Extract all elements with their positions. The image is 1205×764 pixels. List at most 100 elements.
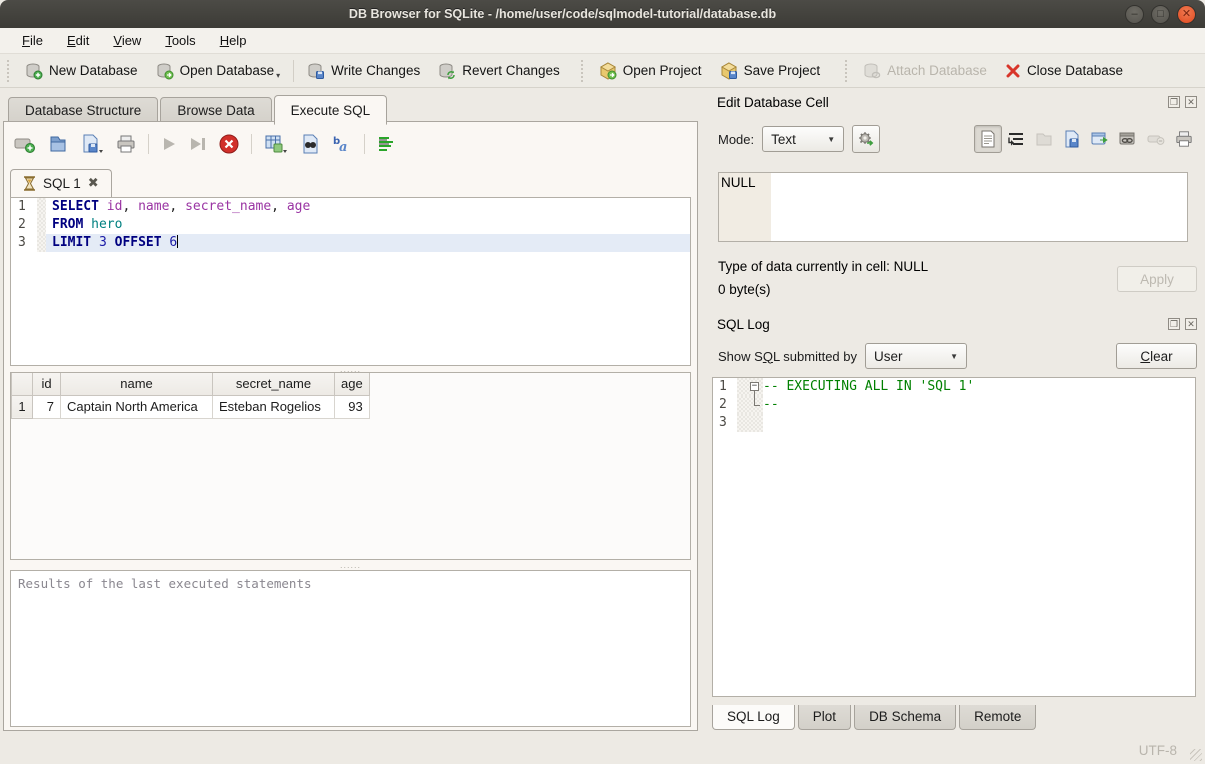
open-in-external-button[interactable] — [1086, 125, 1114, 153]
svg-text:a: a — [339, 140, 347, 154]
close-database-button[interactable]: Close Database — [996, 59, 1132, 83]
menu-file[interactable]: File — [12, 30, 53, 51]
cell-name[interactable]: Captain North America — [61, 395, 213, 418]
new-sql-tab-icon[interactable] — [14, 134, 36, 154]
sql-editor-line: 2 FROM hero — [11, 216, 690, 234]
gear-arrow-icon — [857, 130, 875, 148]
save-file-icon — [1063, 130, 1081, 148]
format-sql-icon[interactable] — [377, 135, 397, 153]
cell-secret-name[interactable]: Esteban Rogelios — [213, 395, 335, 418]
left-pane: Database Structure Browse Data Execute S… — [0, 88, 705, 736]
table-row[interactable]: 1 7 Captain North America Esteban Rogeli… — [12, 395, 370, 418]
export-data-button[interactable] — [1058, 125, 1086, 153]
menu-edit[interactable]: Edit — [57, 30, 99, 51]
sql-editor[interactable]: 1 SELECT id, name, secret_name, age 2 FR… — [10, 197, 691, 366]
resize-grip-icon[interactable] — [1190, 749, 1202, 761]
toolbar-drag-handle[interactable] — [5, 60, 12, 82]
open-database-icon — [156, 62, 174, 80]
minimize-icon[interactable]: – — [1125, 5, 1144, 24]
menubar: File Edit View Tools Help — [0, 28, 1205, 54]
sql-doc-tab-label: SQL 1 — [43, 176, 81, 191]
mode-label: Mode: — [718, 132, 754, 147]
new-database-icon — [25, 62, 43, 80]
fold-collapse-icon[interactable]: − — [750, 382, 759, 391]
main-toolbar: New Database Open Database ▾ Write Chang… — [0, 54, 1205, 88]
execute-current-line-icon[interactable] — [189, 136, 207, 152]
save-project-button[interactable]: Save Project — [711, 58, 830, 84]
cell-age[interactable]: 93 — [335, 395, 370, 418]
float-panel-icon[interactable]: ❐ — [1168, 318, 1180, 330]
save-results-icon[interactable] — [264, 134, 288, 154]
new-database-button[interactable]: New Database — [16, 58, 147, 84]
edit-cell-title: Edit Database Cell — [717, 95, 1163, 110]
close-panel-icon[interactable]: ✕ — [1185, 96, 1197, 108]
open-database-button[interactable]: Open Database ▾ — [147, 58, 290, 84]
mode-select[interactable]: Text ▼ — [762, 126, 844, 152]
maximize-icon[interactable]: □ — [1151, 5, 1170, 24]
open-sql-file-icon[interactable] — [48, 134, 68, 154]
write-changes-icon — [307, 62, 325, 80]
tab-sql-log[interactable]: SQL Log — [712, 705, 795, 730]
results-message-box: Results of the last executed statements — [10, 570, 691, 727]
open-project-button[interactable]: Open Project — [590, 58, 711, 84]
tab-execute-sql[interactable]: Execute SQL — [274, 95, 388, 125]
show-sql-label: Show SQL submitted by — [718, 349, 857, 364]
text-document-icon — [980, 130, 996, 148]
chevron-down-icon: ▼ — [815, 135, 835, 144]
col-header-age[interactable]: age — [335, 373, 370, 395]
open-file-icon — [1035, 130, 1053, 148]
close-panel-icon[interactable]: ✕ — [1185, 318, 1197, 330]
word-wrap-button[interactable] — [1002, 125, 1030, 153]
sql-log-editor[interactable]: 1 − -- EXECUTING ALL IN 'SQL 1' 2 -- 3 — [712, 377, 1196, 697]
cell-type-info: Type of data currently in cell: NULL — [718, 259, 928, 274]
save-project-icon — [720, 62, 738, 80]
col-header-name[interactable]: name — [61, 373, 213, 395]
close-icon[interactable]: ✕ — [1177, 5, 1196, 24]
stop-execution-icon[interactable] — [219, 134, 239, 154]
find-icon[interactable] — [300, 134, 320, 154]
log-line: 3 — [713, 414, 1195, 432]
splitter-handle[interactable]: ...... — [10, 562, 691, 568]
print-icon[interactable] — [116, 134, 136, 154]
toolbar-drag-handle[interactable] — [579, 60, 586, 82]
log-line: 1 − -- EXECUTING ALL IN 'SQL 1' — [713, 378, 1195, 396]
tab-plot[interactable]: Plot — [798, 705, 851, 730]
tab-remote[interactable]: Remote — [959, 705, 1036, 730]
save-sql-file-icon[interactable] — [80, 134, 104, 154]
sql-log-title: SQL Log — [717, 317, 1163, 332]
titlebar: DB Browser for SQLite - /home/user/code/… — [0, 0, 1205, 28]
sql-editor-current-line: 3 LIMIT 3 OFFSET 6 — [11, 234, 690, 252]
copy-link-button[interactable] — [1114, 125, 1142, 153]
tab-db-schema[interactable]: DB Schema — [854, 705, 956, 730]
print-cell-button[interactable] — [1170, 125, 1198, 153]
cell-editor[interactable]: NULL — [718, 172, 1188, 242]
execute-sql-panel: b a SQL 1 ✖ 1 — [3, 121, 698, 731]
results-header-row: id name secret_name age — [12, 373, 370, 395]
menu-view[interactable]: View — [103, 30, 151, 51]
auto-complete-icon[interactable]: b a — [332, 134, 352, 154]
open-database-dropdown-icon[interactable]: ▾ — [276, 71, 280, 80]
toolbar-drag-handle[interactable] — [843, 60, 850, 82]
text-view-button[interactable] — [974, 125, 1002, 153]
sql-editor-line: 1 SELECT id, name, secret_name, age — [11, 198, 690, 216]
hourglass-icon — [23, 176, 36, 191]
float-panel-icon[interactable]: ❐ — [1168, 96, 1180, 108]
sql-doc-tab-bar: SQL 1 ✖ — [10, 168, 112, 197]
cell-id[interactable]: 7 — [33, 395, 61, 418]
close-sql-tab-icon[interactable]: ✖ — [88, 175, 99, 191]
encoding-indicator: UTF-8 — [1139, 743, 1177, 758]
edit-cell-toolbar: Mode: Text ▼ — [718, 124, 1198, 154]
menu-tools[interactable]: Tools — [155, 30, 205, 51]
write-changes-button[interactable]: Write Changes — [298, 58, 429, 84]
menu-help[interactable]: Help — [210, 30, 257, 51]
window-title: DB Browser for SQLite - /home/user/code/… — [0, 7, 1125, 21]
revert-changes-button[interactable]: Revert Changes — [429, 58, 569, 84]
results-grid[interactable]: id name secret_name age 1 7 Captain Nort… — [10, 372, 691, 560]
col-header-secret-name[interactable]: secret_name — [213, 373, 335, 395]
clear-log-button[interactable]: Clear — [1116, 343, 1197, 369]
col-header-id[interactable]: id — [33, 373, 61, 395]
auto-switch-mode-button[interactable] — [852, 125, 880, 153]
sql-log-filter-select[interactable]: User ▼ — [865, 343, 967, 369]
sql-doc-tab[interactable]: SQL 1 ✖ — [10, 169, 112, 197]
execute-all-icon[interactable] — [161, 136, 177, 152]
